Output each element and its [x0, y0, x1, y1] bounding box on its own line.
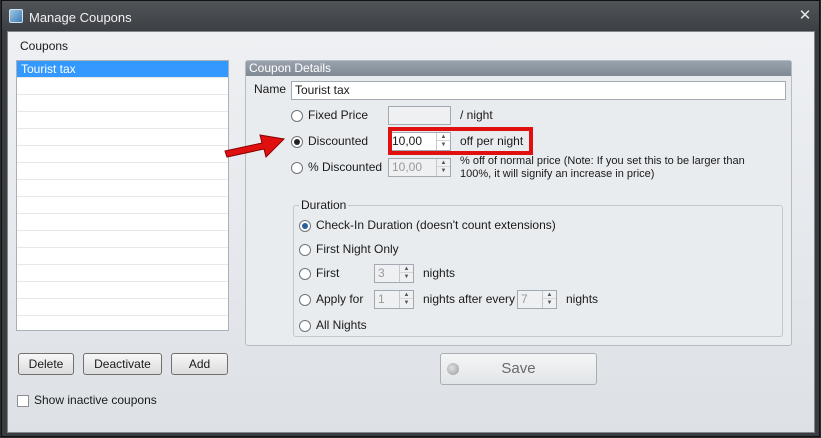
app-icon — [9, 9, 23, 23]
list-row-empty — [17, 214, 228, 231]
all-nights-radio[interactable] — [299, 320, 311, 332]
percent-discounted-value: 10,00 — [392, 160, 423, 174]
stepper-down-icon[interactable]: ▼ — [437, 167, 450, 175]
list-row-empty — [17, 248, 228, 265]
stepper-up-icon[interactable]: ▲ — [400, 291, 413, 299]
list-row-empty — [17, 316, 228, 330]
first-nights-radio[interactable] — [299, 268, 311, 280]
stepper-up-icon[interactable]: ▲ — [543, 291, 556, 299]
stepper-arrows: ▲ ▼ — [399, 291, 413, 308]
first-night-only-label: First Night Only — [316, 242, 399, 256]
manage-coupons-window: Manage Coupons ✕ Coupons Tourist tax Del… — [1, 0, 820, 437]
show-inactive-label: Show inactive coupons — [34, 393, 157, 407]
coupons-section-label: Coupons — [20, 39, 69, 53]
save-label: Save — [501, 360, 536, 377]
highlight-box — [388, 127, 533, 155]
first-nights-suffix: nights — [423, 266, 456, 280]
stepper-down-icon[interactable]: ▼ — [400, 273, 413, 281]
first-nights-value: 3 — [378, 266, 385, 280]
list-row-empty — [17, 282, 228, 299]
apply-for-stepper[interactable]: 1 ▲ ▼ — [374, 290, 414, 309]
title-bar: Manage Coupons ✕ — [2, 1, 819, 31]
fixed-price-suffix: / night — [460, 108, 493, 122]
list-item[interactable]: Tourist tax — [17, 61, 228, 78]
delete-button[interactable]: Delete — [18, 353, 74, 375]
duration-group: Duration Check-In Duration (doesn't coun… — [293, 198, 783, 337]
list-row-empty — [17, 129, 228, 146]
stepper-down-icon[interactable]: ▼ — [543, 299, 556, 307]
apply-for-radio[interactable] — [299, 294, 311, 306]
deactivate-button[interactable]: Deactivate — [83, 353, 162, 375]
list-row-empty — [17, 78, 228, 95]
stepper-up-icon[interactable]: ▲ — [437, 159, 450, 167]
add-button[interactable]: Add — [171, 353, 228, 375]
percent-discounted-label: % Discounted — [308, 160, 383, 174]
list-row-empty — [17, 231, 228, 248]
save-icon — [447, 363, 459, 375]
stepper-arrows: ▲ ▼ — [436, 159, 450, 176]
apply-every-suffix: nights — [566, 292, 599, 306]
fixed-price-radio[interactable] — [291, 110, 303, 122]
save-button[interactable]: Save — [440, 353, 597, 385]
annotation-arrow-icon — [224, 134, 286, 158]
list-row-empty — [17, 265, 228, 282]
percent-discounted-stepper[interactable]: 10,00 ▲ ▼ — [388, 158, 451, 177]
list-row-empty — [17, 180, 228, 197]
dialog-body: Coupons Tourist tax Delete Deactivate Ad… — [7, 31, 815, 433]
coupon-details-header: Coupon Details — [246, 61, 791, 76]
check-in-duration-radio[interactable] — [299, 220, 311, 232]
stepper-up-icon[interactable]: ▲ — [400, 265, 413, 273]
list-row-empty — [17, 163, 228, 180]
fixed-price-label: Fixed Price — [308, 108, 369, 122]
apply-every-stepper[interactable]: 7 ▲ ▼ — [517, 290, 557, 309]
apply-for-middle: nights after every — [423, 292, 516, 306]
list-row-empty — [17, 146, 228, 163]
first-nights-stepper[interactable]: 3 ▲ ▼ — [374, 264, 414, 283]
stepper-arrows: ▲ ▼ — [542, 291, 556, 308]
all-nights-label: All Nights — [316, 318, 367, 332]
list-row-empty — [17, 299, 228, 316]
stepper-down-icon[interactable]: ▼ — [400, 299, 413, 307]
check-in-duration-label: Check-In Duration (doesn't count extensi… — [316, 218, 556, 232]
discounted-label: Discounted — [308, 134, 369, 148]
first-label: First — [316, 266, 340, 280]
duration-legend: Duration — [299, 198, 349, 212]
percent-note-line1: % off of normal price (Note: If you set … — [460, 155, 745, 167]
apply-every-value: 7 — [521, 292, 528, 306]
fixed-price-field[interactable] — [388, 106, 451, 125]
first-night-only-radio[interactable] — [299, 244, 311, 256]
name-label: Name — [254, 82, 287, 96]
percent-note-line2: 100%, it will signify an increase in pri… — [460, 168, 655, 180]
discounted-radio[interactable] — [291, 136, 303, 148]
window-title: Manage Coupons — [29, 10, 132, 25]
list-row-empty — [17, 95, 228, 112]
name-field[interactable]: Tourist tax — [291, 81, 786, 100]
list-row-empty — [17, 112, 228, 129]
percent-discounted-radio[interactable] — [291, 162, 303, 174]
show-inactive-checkbox[interactable] — [17, 395, 29, 407]
apply-for-value: 1 — [378, 292, 385, 306]
apply-for-label: Apply for — [316, 292, 364, 306]
list-row-empty — [17, 197, 228, 214]
coupon-list[interactable]: Tourist tax — [16, 60, 229, 331]
stepper-arrows: ▲ ▼ — [399, 265, 413, 282]
close-icon[interactable]: ✕ — [797, 8, 813, 24]
coupon-details-group: Coupon Details Name Tourist tax Fixed Pr… — [245, 60, 792, 346]
